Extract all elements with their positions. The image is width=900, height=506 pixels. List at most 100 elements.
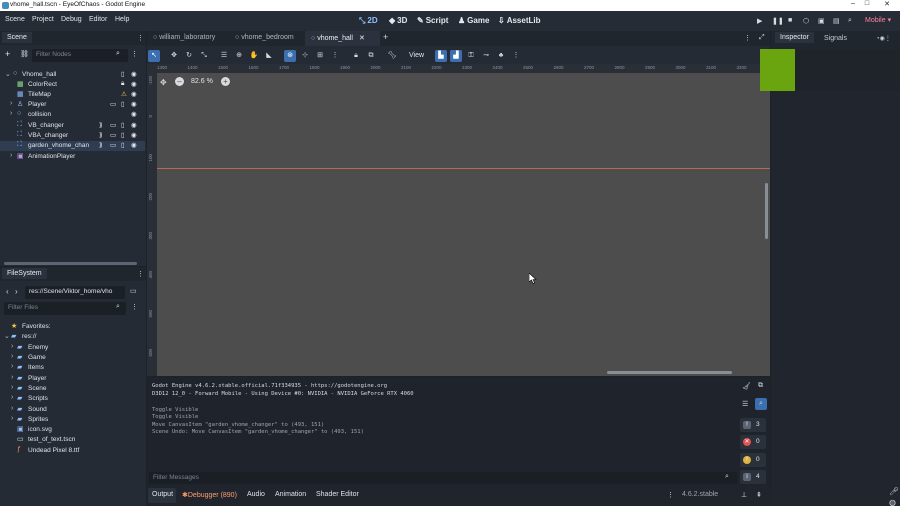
filter-messages-input[interactable]: Filter Messages bbox=[149, 472, 737, 484]
fs-item-icon-svg[interactable]: ▣ icon.svg bbox=[0, 425, 145, 435]
script-icon[interactable]: ▯ bbox=[121, 131, 125, 139]
skeleton-icon[interactable]: 🦴︎ bbox=[386, 50, 398, 62]
visibility-icon[interactable]: ◉ bbox=[131, 110, 137, 118]
visibility-icon[interactable]: ◉ bbox=[131, 121, 137, 129]
pan-mode-icon[interactable]: ✋ bbox=[248, 50, 260, 62]
favorites-row[interactable]: ★ Favorites: bbox=[0, 322, 145, 332]
pause-icon[interactable]: ❚❚ bbox=[772, 17, 784, 25]
view-menu[interactable]: View bbox=[409, 52, 424, 59]
tab-audio[interactable]: Audio bbox=[247, 491, 265, 498]
message-count-toggle[interactable]: i4 bbox=[740, 470, 766, 484]
pivot-icon[interactable]: ⊕ bbox=[233, 50, 245, 62]
inspector-tab-options-icon[interactable]: ◔◉⋮ bbox=[876, 35, 891, 42]
workspace-2d-button[interactable]: ⤡ 2D bbox=[359, 16, 378, 26]
res-root-row[interactable]: ⌄ ▰ res:// bbox=[0, 332, 145, 342]
play-custom-icon[interactable]: ▤ bbox=[833, 17, 840, 25]
anchor-top-icon[interactable]: ▙ bbox=[435, 50, 447, 62]
visibility-icon[interactable]: ◉ bbox=[131, 131, 137, 139]
lock-icon[interactable]: 🔒︎ bbox=[121, 80, 124, 88]
file-options-icon[interactable]: ⋮ bbox=[131, 303, 138, 311]
scale-mode-icon[interactable]: ⤡ bbox=[198, 50, 210, 62]
tab-signals[interactable]: Signals bbox=[824, 35, 847, 42]
fs-item-player[interactable]: › ▰ Player bbox=[0, 374, 145, 384]
fs-item-items[interactable]: › ▰ Items bbox=[0, 363, 145, 373]
open-scene-icon[interactable]: ▭ bbox=[110, 141, 116, 149]
filter-nodes-input[interactable]: Filter Nodes bbox=[32, 49, 128, 62]
zoom-pan-icon[interactable]: ✥ bbox=[160, 78, 167, 87]
path-field[interactable]: res://Scene/Viktor_home/vho bbox=[25, 286, 125, 299]
tree-node-vb-changer[interactable]: ⛶ VB_changer ⟫ ▭ ▯ ◉ bbox=[0, 121, 145, 131]
menu-debug[interactable]: Debug bbox=[61, 16, 82, 23]
scene-tabs-menu-icon[interactable]: ⋮ bbox=[744, 34, 751, 42]
error-count-toggle[interactable]: ✕ 0 bbox=[740, 435, 766, 449]
anim-more-icon[interactable]: ⋮ bbox=[510, 50, 522, 62]
movie-maker-icon[interactable]: ⌕ bbox=[848, 17, 852, 25]
remote-debug-icon[interactable]: ⬡ bbox=[803, 17, 809, 25]
tab-animation[interactable]: Animation bbox=[275, 491, 306, 498]
workspace-script-button[interactable]: ✎ Script bbox=[417, 16, 448, 25]
move-mode-icon[interactable]: ✥ bbox=[168, 50, 180, 62]
copy-output-icon[interactable]: ⧉ bbox=[758, 382, 763, 390]
tab-inspector[interactable]: Inspector bbox=[775, 32, 814, 43]
snap-options-icon[interactable]: ⊞ bbox=[314, 50, 326, 62]
pin-panel-icon[interactable]: ⊥ bbox=[741, 491, 747, 499]
signal-icon[interactable]: ⟫ bbox=[99, 121, 103, 129]
log-count-toggle[interactable]: ! 3 bbox=[740, 418, 766, 432]
scene-tab-vhome-bedroom[interactable]: ○ vhome_bedroom bbox=[235, 34, 294, 41]
zoom-out-button[interactable]: – bbox=[175, 77, 184, 86]
filter-toggle-icon[interactable]: ☰ bbox=[742, 400, 748, 408]
maximize-button[interactable]: □ bbox=[860, 0, 874, 7]
stop-icon[interactable]: ■ bbox=[788, 17, 792, 24]
rotate-mode-icon[interactable]: ↻ bbox=[183, 50, 195, 62]
forward-arrow-icon[interactable]: › bbox=[15, 287, 18, 296]
tree-node-player[interactable]: › ♙ Player ▭ ▯ ◉ bbox=[0, 100, 145, 110]
visibility-icon[interactable]: ◉ bbox=[131, 141, 137, 149]
back-arrow-icon[interactable]: ‹ bbox=[6, 287, 9, 296]
expand-arrow-icon[interactable]: › bbox=[10, 100, 12, 107]
fs-item-scripts[interactable]: › ▰ Scripts bbox=[0, 394, 145, 404]
clear-output-icon[interactable]: 🧹︎ bbox=[742, 382, 751, 390]
script-icon[interactable]: ▯ bbox=[121, 141, 125, 149]
dock-menu-icon[interactable]: ⋮ bbox=[137, 34, 144, 42]
open-scene-icon[interactable]: ▭ bbox=[110, 100, 116, 108]
expand-arrow-icon[interactable]: › bbox=[11, 415, 13, 422]
tree-node-garden-vhome-changer[interactable]: ⛶ garden_vhome_chan ⟫ ▭ ▯ ◉ bbox=[0, 141, 145, 151]
expand-arrow-icon[interactable]: › bbox=[10, 110, 12, 117]
fs-item-sprites[interactable]: › ▰ Sprites bbox=[0, 415, 145, 425]
canvas-vscrollbar[interactable] bbox=[765, 183, 768, 239]
warning-count-toggle[interactable]: ! 0 bbox=[740, 453, 766, 467]
filter-files-input[interactable]: Filter Files bbox=[4, 302, 126, 315]
fs-item-game[interactable]: › ▰ Game bbox=[0, 353, 145, 363]
microphone-icon[interactable]: 🎤︎ bbox=[889, 487, 899, 496]
grid-snap-icon[interactable]: ⊹ bbox=[299, 50, 311, 62]
bottom-panel-menu-icon[interactable]: ⋮ bbox=[667, 491, 674, 499]
zoom-level[interactable]: 82.6 % bbox=[191, 78, 213, 85]
tree-node-colorrect[interactable]: ▦ ColorRect 🔒︎ ◉ bbox=[0, 80, 145, 90]
open-scene-icon[interactable]: ▭ bbox=[110, 121, 116, 129]
expand-arrow-icon[interactable]: › bbox=[11, 384, 13, 391]
tab-debugger[interactable]: ✱Debugger (890) bbox=[182, 491, 237, 499]
menu-project[interactable]: Project bbox=[32, 16, 54, 23]
menu-help[interactable]: Help bbox=[115, 16, 129, 23]
expand-arrow-icon[interactable]: › bbox=[11, 405, 13, 412]
expand-arrow-icon[interactable]: › bbox=[11, 374, 13, 381]
expand-arrow-icon[interactable]: › bbox=[11, 353, 13, 360]
close-tab-icon[interactable]: ✕ bbox=[359, 35, 365, 42]
fs-item-test-of-text[interactable]: ▭ test_of_text.tscn bbox=[0, 435, 145, 445]
key-icon[interactable]: ⊸ bbox=[480, 50, 492, 62]
expand-arrow-icon[interactable]: › bbox=[11, 363, 13, 370]
tree-node-vba-changer[interactable]: ⛶ VBA_changer ⟫ ▭ ▯ ◉ bbox=[0, 131, 145, 141]
version-label[interactable]: 4.6.2.stable bbox=[682, 491, 718, 498]
dock-menu-icon[interactable]: ⋮ bbox=[137, 270, 144, 278]
canvas-hscrollbar[interactable] bbox=[607, 371, 732, 374]
fs-item-scene[interactable]: › ▰ Scene bbox=[0, 384, 145, 394]
anchor-full-icon[interactable]: ▟ bbox=[450, 50, 462, 62]
add-node-icon[interactable]: + bbox=[5, 49, 10, 59]
scene-tab-vhome-hall[interactable]: ○ vhome_hall ✕ bbox=[305, 31, 380, 46]
warning-icon[interactable]: ⚠ bbox=[121, 90, 127, 98]
renderer-select[interactable]: Mobile ▾ bbox=[865, 16, 891, 24]
canvas-viewport[interactable]: ✥ – 82.6 % + bbox=[157, 73, 770, 376]
auto-key-icon[interactable]: ♣ bbox=[495, 50, 507, 62]
expand-arrow-icon[interactable]: › bbox=[11, 394, 13, 401]
toolbar-more-icon[interactable]: ⋮ bbox=[329, 50, 341, 62]
